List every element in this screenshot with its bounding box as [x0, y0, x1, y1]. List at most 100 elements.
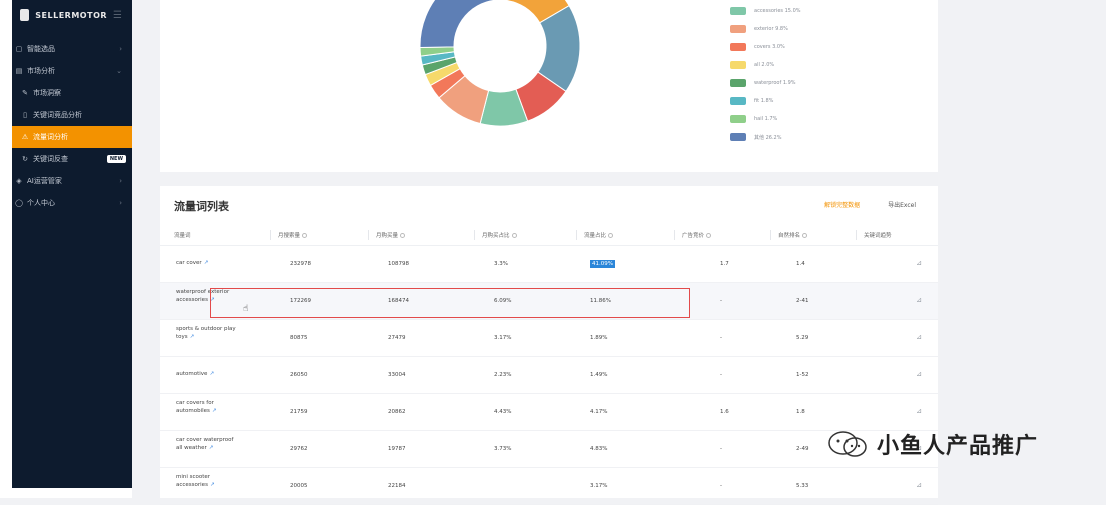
sidebar-item-0[interactable]: ▢ 智能选品 › — [12, 38, 132, 60]
column-header-4[interactable]: 流量占比 — [584, 231, 614, 239]
column-divider — [368, 230, 369, 240]
keyword-cell[interactable]: automotive ↗ — [176, 370, 236, 378]
keyword-text[interactable]: sports & outdoor play toys — [176, 326, 236, 340]
trend-chart-icon[interactable]: ⊿ — [916, 370, 922, 378]
export-excel-button[interactable]: 导出Excel — [888, 200, 916, 209]
keyword-text[interactable]: mini scooter accessories — [176, 474, 210, 488]
column-header-0[interactable]: 流量词 — [174, 231, 191, 239]
external-link-icon[interactable]: ↗ — [212, 408, 217, 414]
cell-value: 5.29 — [796, 335, 809, 341]
legend-item-3[interactable]: all 2.0% — [730, 56, 801, 74]
legend-swatch — [730, 7, 746, 15]
legend-swatch — [730, 133, 746, 141]
cell-value: 3.17% — [590, 483, 608, 489]
keyword-cell[interactable]: mini scooter accessories ↗ — [176, 473, 236, 489]
keyword-cell[interactable]: car cover ↗ — [176, 259, 236, 267]
cell-value: 19787 — [388, 446, 406, 452]
cell-value: 20005 — [290, 483, 308, 489]
highlight-annotation-box — [210, 288, 690, 318]
sidebar-item-label: AI运营管家 — [27, 177, 62, 185]
trend-chart-icon[interactable]: ⊿ — [916, 333, 922, 341]
table-row[interactable]: car cover ↗ 232978 108798 3.3% 41.09% 1.7 1.4 ⊿ — [160, 246, 938, 283]
cell-buy: 19787 — [388, 446, 406, 452]
sidebar-item-label: 市场分析 — [27, 67, 55, 75]
cell-search: 232978 — [290, 261, 311, 267]
cell-value: 1.6 — [720, 409, 729, 415]
cell-value: 27479 — [388, 335, 406, 341]
app-name: SELLERMOTOR — [35, 10, 108, 20]
sidebar-item-4[interactable]: ⚠ 流量词分析 — [12, 126, 132, 148]
legend-item-4[interactable]: waterproof 1.9% — [730, 74, 801, 92]
keyword-cell[interactable]: sports & outdoor play toys ↗ — [176, 325, 236, 341]
keyword-text[interactable]: car cover waterproof all weather — [176, 437, 233, 451]
cell-value: 1.4 — [796, 261, 805, 267]
trend-chart-icon[interactable]: ⊿ — [916, 259, 922, 267]
legend-item-1[interactable]: exterior 9.8% — [730, 20, 801, 38]
chart-legend: accessories 15.0% exterior 9.8% covers 3.0… — [730, 2, 801, 146]
table-row[interactable]: automotive ↗ 26050 33004 2.23% 1.49% - 1-52 ⊿ — [160, 357, 938, 394]
external-link-icon[interactable]: ↗ — [190, 334, 195, 340]
cell-value: 29762 — [290, 446, 308, 452]
help-icon[interactable] — [511, 233, 517, 238]
warning-icon: ⚠ — [21, 133, 29, 141]
cell-value: 3.3% — [494, 261, 508, 267]
sidebar-item-2[interactable]: ✎ 市场洞察 — [12, 82, 132, 104]
column-header-5[interactable]: 广告竞价 — [682, 231, 712, 239]
cell-search: 21759 — [290, 409, 308, 415]
legend-item-2[interactable]: covers 3.0% — [730, 38, 801, 56]
trend-chart-icon[interactable]: ⊿ — [916, 481, 922, 489]
legend-label: 其他 26.2% — [754, 134, 782, 141]
column-header-label: 自然排名 — [778, 233, 801, 239]
column-header-7[interactable]: 关键词趋势 — [864, 231, 892, 239]
external-link-icon[interactable]: ↗ — [209, 371, 214, 377]
legend-label: waterproof 1.9% — [754, 80, 796, 86]
help-icon[interactable] — [400, 233, 406, 238]
sidebar-item-5[interactable]: ↻ 关键词反查 NEW — [12, 148, 132, 170]
help-icon[interactable] — [706, 233, 712, 238]
external-link-icon[interactable]: ↗ — [204, 260, 209, 266]
sidebar-item-1[interactable]: ▤ 市场分析 ⌄ — [12, 60, 132, 82]
table-row[interactable]: sports & outdoor play toys ↗ 80875 27479 3.1… — [160, 320, 938, 357]
help-icon[interactable] — [608, 233, 614, 238]
keyword-text[interactable]: automotive — [176, 371, 207, 377]
cell-rank: 5.29 — [796, 335, 808, 341]
cell-search: 29762 — [290, 446, 308, 452]
cell-value: 3.73% — [494, 446, 512, 452]
help-icon[interactable] — [802, 233, 808, 238]
help-icon[interactable] — [302, 233, 308, 238]
user-icon: ◯ — [15, 199, 23, 207]
keyword-cell[interactable]: car covers for automobiles ↗ — [176, 399, 236, 415]
keyword-cell[interactable]: car cover waterproof all weather ↗ — [176, 436, 236, 452]
column-header-2[interactable]: 月购买量 — [376, 231, 406, 239]
external-link-icon[interactable]: ↗ — [210, 482, 215, 488]
external-link-icon[interactable]: ↗ — [209, 445, 214, 451]
cell-buy_pct: 3.73% — [494, 446, 511, 452]
legend-label: exterior 9.8% — [754, 26, 788, 32]
column-divider — [770, 230, 771, 240]
trend-chart-icon[interactable]: ⊿ — [916, 296, 922, 304]
legend-item-7[interactable]: 其他 26.2% — [730, 128, 801, 146]
box-icon: ▢ — [15, 45, 23, 53]
table-row[interactable]: car covers for automobiles ↗ 21759 20862 4.4… — [160, 394, 938, 431]
keyword-text[interactable]: car cover — [176, 260, 202, 266]
column-header-6[interactable]: 自然排名 — [778, 231, 808, 239]
sidebar-item-7[interactable]: ◯ 个人中心 › — [12, 192, 132, 214]
table-header: 流量词 月搜索量 月购买量 月购买占比 流量占比 广告竞价 自然排名 关键词趋势 — [160, 224, 938, 246]
legend-item-5[interactable]: fit 1.8% — [730, 92, 801, 110]
keyword-text[interactable]: car covers for automobiles — [176, 400, 214, 414]
legend-item-0[interactable]: accessories 15.0% — [730, 2, 801, 20]
legend-item-6[interactable]: hail 1.7% — [730, 110, 801, 128]
table-row[interactable]: car cover waterproof all weather ↗ 29762 19… — [160, 431, 938, 468]
app-logo[interactable]: SELLERMOTOR ☰ — [12, 0, 132, 30]
cell-bid: - — [720, 372, 722, 378]
cell-value: 4.83% — [590, 446, 608, 452]
sidebar-item-6[interactable]: ◈ AI运营管家 › — [12, 170, 132, 192]
sidebar-item-3[interactable]: ▯ 关键词竞品分析 — [12, 104, 132, 126]
trend-chart-icon[interactable]: ⊿ — [916, 407, 922, 415]
donut-slice-10[interactable] — [419, 0, 508, 49]
column-header-3[interactable]: 月购买占比 — [482, 231, 517, 239]
table-row[interactable]: mini scooter accessories ↗ 20005 22184 3.17%… — [160, 468, 938, 505]
collapse-menu-icon[interactable]: ☰ — [113, 10, 122, 21]
column-header-1[interactable]: 月搜索量 — [278, 231, 308, 239]
unlock-data-link[interactable]: 解锁完整数据 — [824, 200, 860, 209]
